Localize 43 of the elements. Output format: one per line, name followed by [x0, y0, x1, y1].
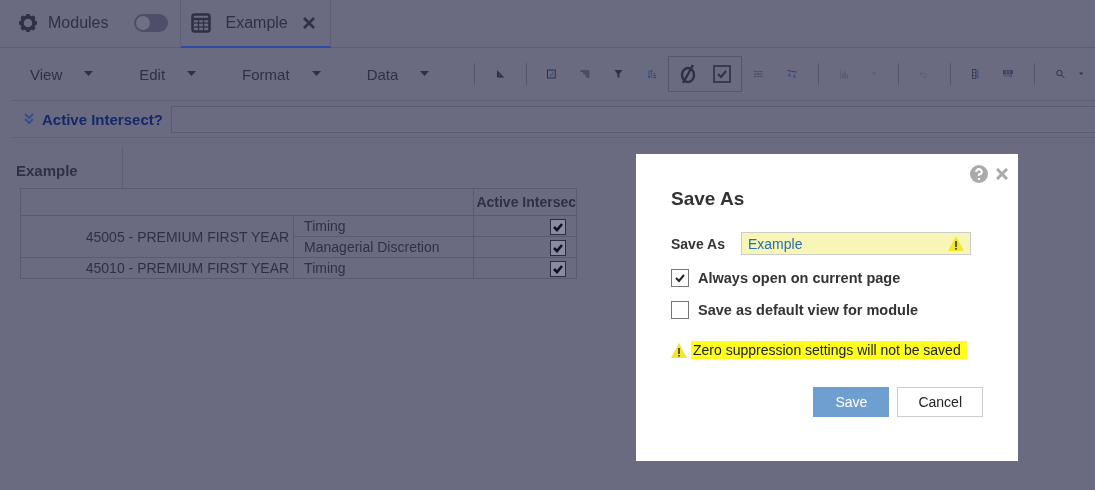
help-icon[interactable]	[970, 165, 988, 183]
caret-icon	[84, 71, 94, 77]
table-icon	[191, 13, 212, 33]
dialog-button[interactable]: Cancel	[897, 387, 983, 417]
warning-message: Zero suppression settings will not be saved	[691, 341, 967, 359]
checkbox-label: Always open on current page	[698, 270, 901, 286]
checkbox-icon[interactable]	[713, 65, 732, 83]
caret-icon	[187, 71, 197, 77]
menu-button[interactable]: View	[20, 65, 116, 83]
checkbox[interactable]	[550, 218, 566, 235]
caret-icon	[420, 71, 430, 77]
menu-button[interactable]: Edit	[129, 65, 219, 83]
row-header: 45010 - PREMIUM FIRST YEAR	[20, 257, 294, 279]
dialog-title: Save As	[671, 188, 746, 210]
name-field[interactable]: Example	[741, 232, 971, 255]
tab[interactable]: Modules	[6, 0, 182, 48]
checkbox[interactable]	[671, 301, 689, 319]
row-header: Timing	[293, 257, 474, 279]
warning-icon	[671, 342, 687, 358]
toggle-switch[interactable]	[134, 14, 169, 32]
row-header: Managerial Discretion	[293, 236, 474, 258]
checkbox-label: Save as default view for module	[698, 302, 918, 318]
caret-icon	[1078, 71, 1083, 77]
checkbox[interactable]	[550, 260, 566, 277]
column-header: Active Intersec	[473, 188, 577, 216]
gear-icon	[18, 13, 38, 33]
row-header: 45005 - PREMIUM FIRST YEAR	[20, 215, 294, 258]
double-chevron-icon[interactable]	[24, 113, 34, 125]
menu-button[interactable]: Format	[232, 65, 343, 83]
close-icon[interactable]	[996, 168, 1008, 180]
checkbox[interactable]	[671, 269, 689, 287]
menu-button[interactable]: Data	[356, 65, 452, 83]
tab[interactable]: Example	[181, 0, 331, 48]
empty-set-icon[interactable]	[679, 64, 698, 84]
caret-icon	[311, 71, 321, 77]
warning-icon	[948, 236, 964, 251]
checkbox[interactable]	[550, 239, 566, 256]
row-header: Timing	[293, 215, 474, 237]
close-icon[interactable]	[301, 16, 316, 30]
filter-label: Active Intersect?	[42, 110, 163, 128]
check-icon	[674, 272, 686, 284]
field-label: Save As	[671, 235, 726, 252]
grid-title: Example	[6, 146, 123, 188]
